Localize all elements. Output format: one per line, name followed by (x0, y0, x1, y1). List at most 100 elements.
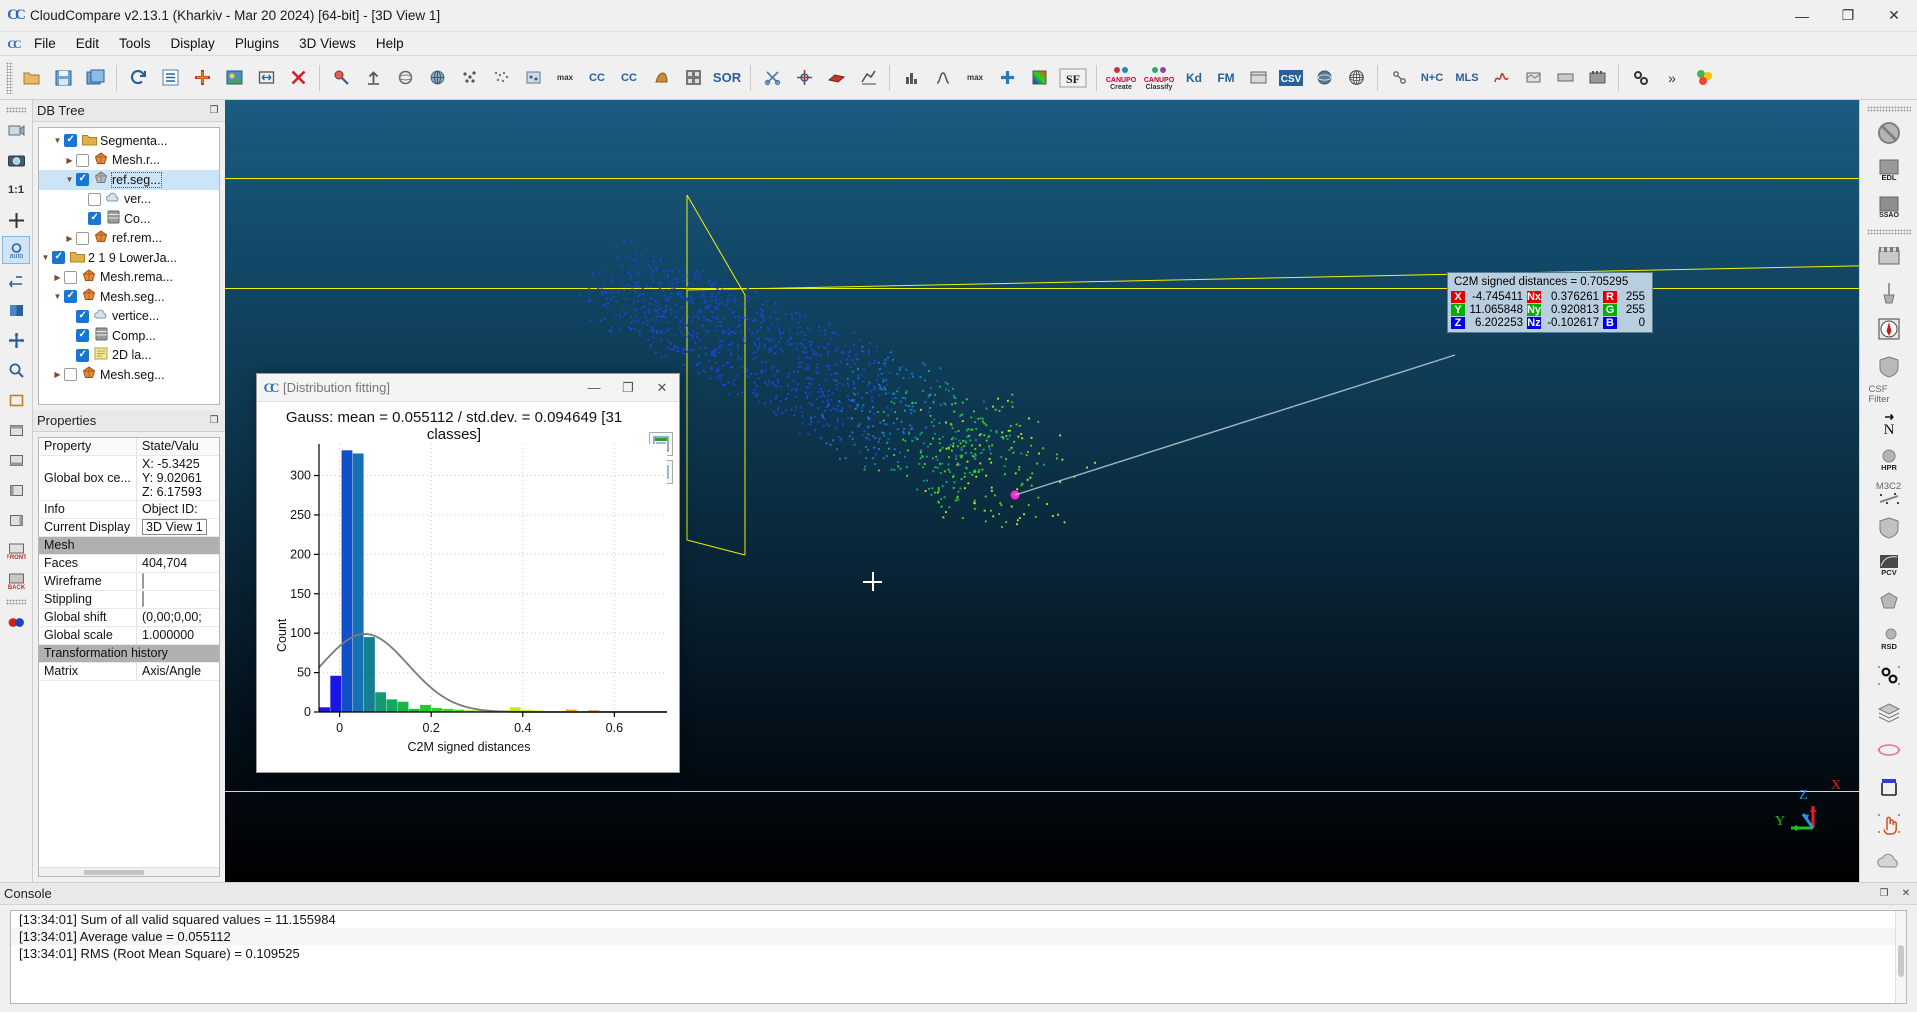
left-view-icon[interactable] (2, 476, 30, 504)
waveform-icon[interactable] (1486, 63, 1516, 93)
tree-item[interactable]: 2 1 9 LowerJa... (39, 248, 219, 268)
section-extract-icon[interactable] (821, 63, 851, 93)
dialog-title-bar[interactable]: CC [Distribution fitting] — ❐ ✕ (257, 374, 679, 402)
translate-rotate-icon[interactable] (789, 63, 819, 93)
left-toolbar-grip-2[interactable] (6, 599, 26, 605)
fm-button[interactable]: FM (1211, 63, 1241, 93)
tree-item-checkbox[interactable] (76, 232, 89, 245)
colors-icon[interactable] (219, 63, 249, 93)
hand-pick-icon[interactable] (1869, 806, 1909, 842)
sf-button[interactable]: SF (1056, 63, 1090, 93)
sor-filter-button[interactable]: SOR (710, 63, 744, 93)
dialog-maximize-button[interactable]: ❐ (611, 374, 645, 402)
mls-button[interactable]: MLS (1450, 63, 1484, 93)
cc-copy-icon[interactable]: CC (582, 63, 612, 93)
tree-item-checkbox[interactable] (64, 271, 77, 284)
camera-perspective-icon[interactable] (2, 116, 30, 144)
tree-item[interactable]: ref.seg... (39, 170, 219, 190)
auto-pivot-icon[interactable]: auto (2, 236, 30, 264)
tree-item-checkbox[interactable] (52, 251, 65, 264)
stat-test-icon[interactable] (928, 63, 958, 93)
menu-plugins[interactable]: Plugins (225, 34, 289, 53)
open-file-button[interactable] (16, 63, 46, 93)
properties-float-button[interactable]: ❐ (207, 414, 221, 428)
qhull-icon[interactable] (1243, 63, 1273, 93)
tree-item-checkbox[interactable] (88, 193, 101, 206)
tree-item-checkbox[interactable] (76, 154, 89, 167)
segment-icon[interactable] (358, 63, 388, 93)
add-point-icon[interactable] (187, 63, 217, 93)
canupo-classify-button[interactable]: CANUPO Classify (1141, 63, 1177, 93)
rsd-plugin-button[interactable]: RSD (1869, 621, 1909, 657)
normals-plugin-button[interactable]: N (1869, 405, 1909, 441)
box-view-icon[interactable] (2, 386, 30, 414)
tree-item[interactable]: Mesh.rema... (39, 268, 219, 288)
no-shader-icon[interactable] (1869, 115, 1909, 151)
cross-section-icon[interactable] (853, 63, 883, 93)
dialog-close-button[interactable]: ✕ (645, 374, 679, 402)
cloud-plugin-icon[interactable] (1869, 843, 1909, 879)
bottom-view-icon[interactable] (2, 446, 30, 474)
m3c2-plugin-button[interactable]: M3C2 (1869, 479, 1909, 509)
menu-display[interactable]: Display (161, 34, 225, 53)
minimize-button[interactable]: — (1779, 0, 1825, 32)
cube-view-icon[interactable] (2, 296, 30, 324)
kd-tree-button[interactable]: Kd (1179, 63, 1209, 93)
animation-plugin-icon[interactable] (1869, 238, 1909, 274)
tree-item[interactable]: ref.rem... (39, 229, 219, 249)
db-tree-float-button[interactable]: ❐ (207, 104, 221, 118)
magnifier-icon[interactable] (2, 356, 30, 384)
sphere-fit-icon[interactable] (1309, 63, 1339, 93)
csv-matrix-button[interactable]: CSV (1275, 63, 1307, 93)
refresh-view-icon[interactable] (123, 63, 153, 93)
cc-merge-icon[interactable]: CC (614, 63, 644, 93)
tree-item[interactable]: Comp... (39, 326, 219, 346)
noise-filter-icon[interactable] (678, 63, 708, 93)
console-scrollbar[interactable] (1895, 911, 1906, 1003)
db-tree[interactable]: Segmenta...Mesh.r...ref.seg...ver...Co..… (38, 127, 220, 405)
globe-icon[interactable] (422, 63, 452, 93)
tree-expand-arrow[interactable] (51, 292, 64, 301)
dialog-minimize-button[interactable]: — (577, 374, 611, 402)
left-toolbar-grip[interactable] (6, 107, 26, 113)
compass-icon[interactable] (1869, 312, 1909, 348)
fit-screen-icon[interactable] (251, 63, 281, 93)
zoom-1to1-icon[interactable]: 1:1 (2, 176, 30, 204)
gears-settings-icon[interactable] (1869, 658, 1909, 694)
point-picking-icon[interactable] (326, 63, 356, 93)
stereo-colors-icon[interactable] (2, 608, 30, 636)
property-combo[interactable]: 3D View 1 (142, 519, 207, 535)
tree-item[interactable]: Co... (39, 209, 219, 229)
tree-item[interactable]: 2D la... (39, 346, 219, 366)
hpr-plugin-button[interactable]: HPR (1869, 442, 1909, 478)
right-view-icon[interactable] (2, 506, 30, 534)
console-output[interactable]: [13:34:01] Sum of all valid squared valu… (10, 910, 1907, 1004)
tree-item-checkbox[interactable] (64, 368, 77, 381)
animation-icon[interactable] (1582, 63, 1612, 93)
toolbar-overflow-button[interactable]: » (1657, 63, 1687, 93)
tree-item-checkbox[interactable] (88, 212, 101, 225)
subsample-icon[interactable] (518, 63, 548, 93)
tree-item-checkbox[interactable] (76, 329, 89, 342)
toolbar-grip[interactable] (6, 62, 13, 94)
poisson-recon-icon[interactable] (1518, 63, 1548, 93)
tree-expand-arrow[interactable] (51, 136, 64, 145)
front-view-icon[interactable]: FRONT (2, 536, 30, 564)
tree-item[interactable]: Segmenta... (39, 131, 219, 151)
rotate-icon[interactable] (390, 63, 420, 93)
ellipse-fit-icon[interactable] (1869, 732, 1909, 768)
tree-item[interactable]: Mesh.seg... (39, 287, 219, 307)
close-button[interactable]: ✕ (1871, 0, 1917, 32)
menu-edit[interactable]: Edit (66, 34, 109, 53)
menu-tools[interactable]: Tools (109, 34, 161, 53)
console-float-button[interactable]: ❐ (1877, 887, 1891, 901)
tree-expand-arrow[interactable] (63, 156, 76, 165)
tree-expand-arrow[interactable] (51, 370, 64, 379)
plugins-toolbar-grip[interactable] (1867, 106, 1911, 112)
ssao-shader-button[interactable]: SSAO (1869, 189, 1909, 225)
mesh-shield-icon[interactable] (1869, 510, 1909, 546)
db-tree-toggle-icon[interactable] (155, 63, 185, 93)
menu-help[interactable]: Help (366, 34, 414, 53)
property-checkbox[interactable] (142, 573, 144, 589)
tree-item[interactable]: Mesh.seg... (39, 365, 219, 385)
